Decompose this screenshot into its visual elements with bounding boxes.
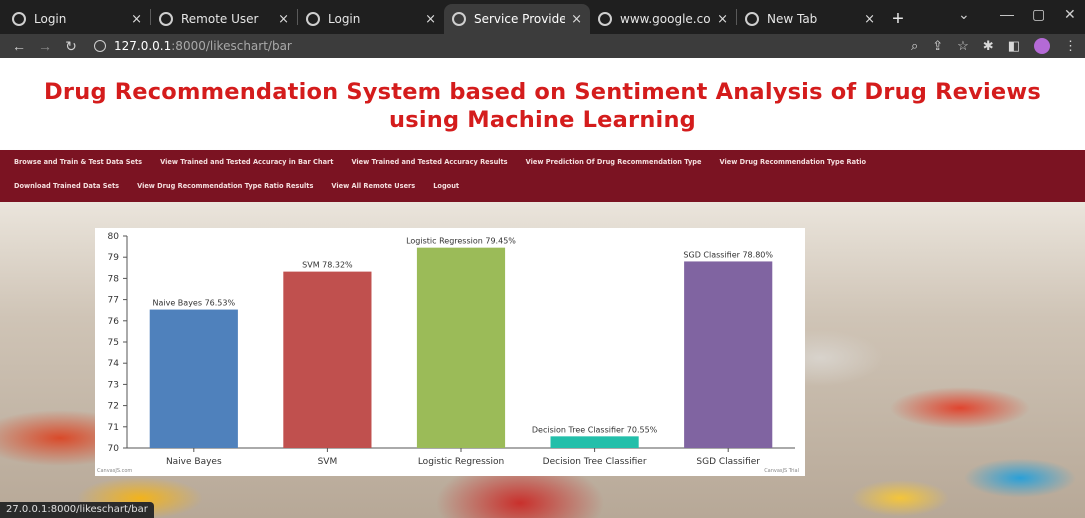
browser-tab[interactable]: New Tab × — [737, 4, 883, 34]
nav-link[interactable]: View All Remote Users — [331, 182, 415, 190]
x-tick-label: SVM — [318, 457, 338, 467]
tab-title: New Tab — [767, 12, 818, 26]
extensions-icon[interactable]: ✱ — [983, 38, 994, 54]
nav-link[interactable]: View Trained and Tested Accuracy in Bar … — [160, 158, 333, 166]
chart-bar — [550, 436, 639, 448]
browser-tab[interactable]: Remote User × — [151, 4, 297, 34]
tab-favicon-icon — [12, 12, 26, 26]
main-nav: Browse and Train & Test Data Sets View Tr… — [0, 150, 1085, 202]
share-icon[interactable]: ⇪ — [932, 38, 943, 54]
address-bar: ← → ↻ 127.0.0.1:8000/likeschart/bar ⌕ ⇪ … — [0, 34, 1085, 58]
forward-icon[interactable]: → — [34, 38, 56, 54]
url-field[interactable]: 127.0.0.1:8000/likeschart/bar — [94, 36, 903, 56]
page-title-line1: Drug Recommendation System based on Sent… — [44, 79, 1041, 105]
tab-search-icon[interactable]: ⌄ — [958, 6, 970, 23]
nav-link[interactable]: Logout — [433, 182, 459, 190]
tab-favicon-icon — [452, 12, 466, 26]
page-title: Drug Recommendation System based on Sent… — [0, 78, 1085, 134]
y-tick-label: 77 — [108, 296, 119, 306]
main-nav-row-1: Browse and Train & Test Data Sets View Tr… — [14, 158, 866, 166]
accuracy-bar-chart: 70 71 72 73 74 75 76 77 78 79 80 Naive Bayes 76.53%… — [95, 228, 805, 476]
page-content: Drug Recommendation System based on Sent… — [0, 58, 1085, 518]
tab-title: Remote User — [181, 12, 259, 26]
url-path: :8000/likeschart/bar — [171, 39, 292, 53]
bookmark-star-icon[interactable]: ☆ — [957, 38, 969, 54]
y-tick-label: 73 — [108, 380, 119, 390]
x-tick-label: SGD Classifier — [696, 457, 760, 467]
tab-title: Login — [34, 12, 67, 26]
browser-tab-strip: Login × Remote User × Login × Service Provider… — [0, 0, 1085, 34]
maximize-icon[interactable]: ▢ — [1032, 6, 1045, 23]
chart-watermark-trial: CanvasJS Trial — [764, 468, 799, 474]
y-tick-label: 75 — [108, 338, 119, 348]
chart-bar — [149, 309, 238, 448]
y-tick-label: 74 — [108, 359, 120, 369]
main-nav-row-2: Download Trained Data Sets View Drug Reco… — [14, 182, 459, 190]
tab-favicon-icon — [745, 12, 759, 26]
tab-close-icon[interactable]: × — [717, 12, 728, 27]
tab-title: www.google.com — [620, 12, 711, 26]
menu-kebab-icon[interactable]: ⋮ — [1064, 38, 1077, 54]
minimize-icon[interactable]: — — [1000, 6, 1014, 22]
browser-tab[interactable]: Service Provider × — [444, 4, 590, 34]
tab-favicon-icon — [159, 12, 173, 26]
y-tick-label: 70 — [108, 444, 120, 454]
y-tick-label: 72 — [108, 402, 119, 412]
bar-data-label: Decision Tree Classifier 70.55% — [532, 425, 658, 434]
chart-bar — [416, 247, 506, 448]
site-info-icon[interactable] — [94, 40, 106, 52]
y-tick-label: 79 — [108, 253, 120, 263]
nav-link[interactable]: View Prediction Of Drug Recommendation T… — [526, 158, 702, 166]
y-tick-label: 76 — [108, 317, 120, 327]
tab-close-icon[interactable]: × — [571, 12, 582, 27]
back-icon[interactable]: ← — [8, 38, 30, 54]
side-panel-icon[interactable]: ◧ — [1008, 38, 1020, 54]
x-tick-label: Logistic Regression — [418, 457, 504, 467]
nav-link[interactable]: View Drug Recommendation Type Ratio Resu… — [137, 182, 313, 190]
nav-link[interactable]: Browse and Train & Test Data Sets — [14, 158, 142, 166]
y-tick-label: 78 — [108, 274, 120, 284]
profile-avatar[interactable] — [1034, 38, 1050, 54]
reload-icon[interactable]: ↻ — [60, 38, 82, 55]
tab-close-icon[interactable]: × — [131, 12, 142, 27]
bar-data-label: SGD Classifier 78.80% — [683, 250, 773, 259]
tab-title: Login — [328, 12, 361, 26]
tab-title: Service Provider — [474, 12, 566, 26]
bar-data-label: Logistic Regression 79.45% — [406, 237, 516, 246]
browser-tab[interactable]: www.google.com × — [590, 4, 736, 34]
tab-close-icon[interactable]: × — [278, 12, 289, 27]
nav-link[interactable]: View Drug Recommendation Type Ratio — [720, 158, 867, 166]
chart-watermark: CanvasJS.com — [97, 468, 132, 474]
bar-data-label: Naive Bayes 76.53% — [153, 299, 236, 308]
tab-favicon-icon — [598, 12, 612, 26]
close-window-icon[interactable]: ✕ — [1064, 6, 1076, 23]
y-tick-label: 80 — [108, 232, 120, 242]
nav-link[interactable]: Download Trained Data Sets — [14, 182, 119, 190]
browser-tab[interactable]: Login × — [298, 4, 444, 34]
chart-bar — [684, 261, 773, 448]
tab-close-icon[interactable]: × — [864, 12, 875, 27]
new-tab-button[interactable]: + — [883, 4, 913, 34]
tab-favicon-icon — [306, 12, 320, 26]
x-tick-label: Naive Bayes — [166, 457, 222, 467]
browser-tab[interactable]: Login × — [4, 4, 150, 34]
chart-svg: 70 71 72 73 74 75 76 77 78 79 80 Naive Bayes 76.53%… — [97, 232, 799, 474]
page-title-line2: using Machine Learning — [389, 107, 696, 133]
status-url: 27.0.0.1:8000/likeschart/bar — [0, 502, 154, 518]
y-tick-label: 71 — [108, 423, 119, 433]
nav-link[interactable]: View Trained and Tested Accuracy Results — [351, 158, 507, 166]
url-host: 127.0.0.1 — [114, 39, 172, 53]
tab-close-icon[interactable]: × — [425, 12, 436, 27]
x-tick-label: Decision Tree Classifier — [543, 457, 647, 467]
chart-bar — [283, 271, 372, 448]
zoom-icon[interactable]: ⌕ — [911, 38, 918, 54]
bar-data-label: SVM 78.32% — [302, 261, 353, 270]
